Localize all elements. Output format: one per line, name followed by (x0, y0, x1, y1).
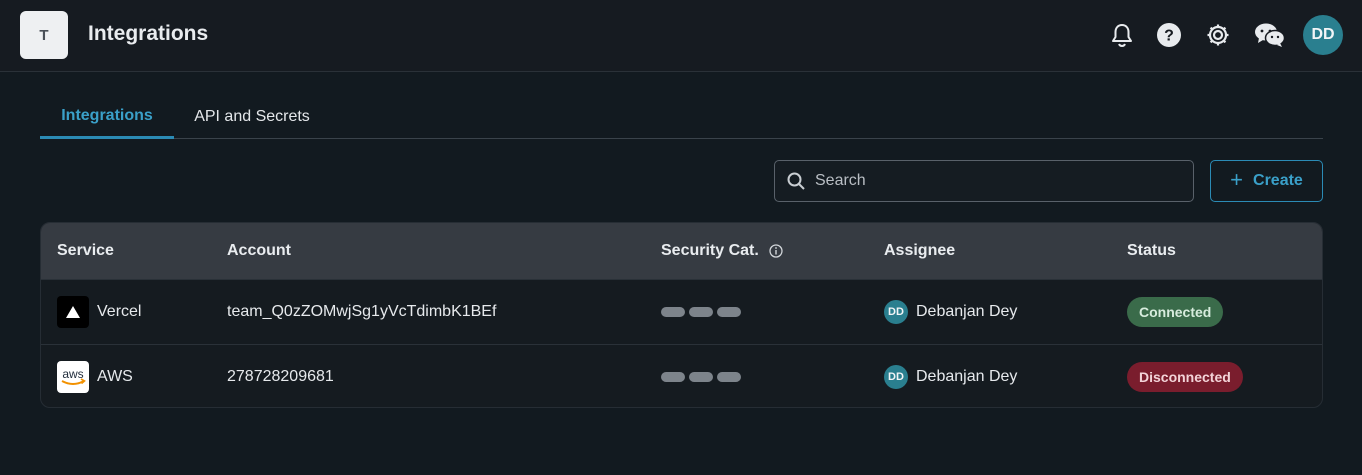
aws-logo-icon: aws (57, 361, 89, 393)
vercel-logo-icon (57, 296, 89, 328)
assignee-cell: DD Debanjan Dey (884, 345, 1018, 407)
column-header-security-cat[interactable]: Security Cat. (661, 223, 783, 279)
assignee-avatar: DD (884, 365, 908, 389)
status-badge: Connected (1127, 297, 1224, 327)
table-row[interactable]: Vercel team_Q0zZOMwjSg1yVcTdimbK1BEf DD … (41, 279, 1322, 344)
bell-icon[interactable] (1107, 20, 1137, 50)
search-icon (787, 172, 805, 190)
status-cell: Disconnected (1127, 345, 1243, 407)
status-badge: Disconnected (1127, 362, 1243, 392)
svg-text:?: ? (1164, 28, 1174, 45)
security-cat-cell (661, 280, 741, 344)
account-cell: 278728209681 (227, 368, 334, 385)
user-avatar[interactable]: DD (1303, 15, 1343, 55)
workspace-logo-letter: T (39, 26, 49, 44)
tab-bar: Integrations API and Secrets (40, 95, 1323, 139)
service-name: AWS (97, 368, 133, 385)
service-name: Vercel (97, 303, 142, 320)
workspace-logo[interactable]: T (20, 11, 68, 59)
tab-integrations[interactable]: Integrations (40, 95, 174, 139)
wechat-icon[interactable] (1254, 20, 1286, 50)
tab-api-and-secrets[interactable]: API and Secrets (182, 95, 322, 139)
column-header-status[interactable]: Status (1127, 223, 1176, 279)
create-button-label: Create (1253, 172, 1303, 189)
integrations-table: Service Account Security Cat. Assignee S… (40, 222, 1323, 408)
status-cell: Connected (1127, 280, 1224, 344)
settings-gear-icon[interactable] (1203, 20, 1233, 50)
page-title: Integrations (88, 22, 209, 45)
assignee-avatar: DD (884, 300, 908, 324)
table-row[interactable]: aws AWS 278728209681 DD Debanjan Dey Dis… (41, 344, 1322, 407)
service-cell: aws AWS (57, 345, 133, 407)
svg-text:aws: aws (62, 367, 83, 381)
assignee-cell: DD Debanjan Dey (884, 280, 1017, 344)
create-button[interactable]: + Create (1210, 160, 1323, 202)
assignee-name: Debanjan Dey (916, 368, 1018, 385)
search-input[interactable] (815, 172, 1175, 190)
info-icon[interactable] (769, 244, 783, 258)
account-cell: team_Q0zZOMwjSg1yVcTdimbK1BEf (227, 303, 497, 320)
service-cell: Vercel (57, 280, 141, 344)
assignee-name: Debanjan Dey (916, 303, 1018, 320)
help-icon[interactable]: ? (1154, 20, 1184, 50)
column-header-assignee[interactable]: Assignee (884, 223, 955, 279)
security-cat-cell (661, 345, 741, 407)
table-header: Service Account Security Cat. Assignee S… (41, 223, 1322, 279)
column-header-security-cat-label: Security Cat. (661, 242, 759, 259)
top-bar: T Integrations ? DD (0, 0, 1362, 72)
column-header-service[interactable]: Service (57, 223, 114, 279)
column-header-account[interactable]: Account (227, 223, 291, 279)
search-box (774, 160, 1194, 202)
plus-icon: + (1230, 166, 1244, 192)
